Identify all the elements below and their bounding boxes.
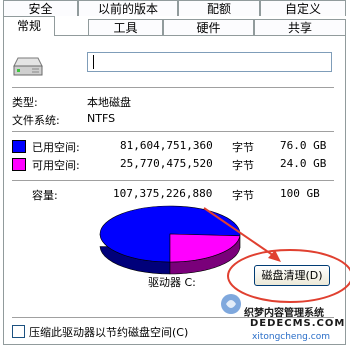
drive-label: 驱动器 C: <box>148 276 196 289</box>
compress-drive-checkbox[interactable] <box>12 325 25 338</box>
free-space-gb: 24.0 GB <box>280 157 327 170</box>
divider <box>12 131 334 132</box>
capacity-gb: 100 GB <box>280 187 320 200</box>
free-space-swatch <box>12 158 26 171</box>
watermark-text-cn: 织梦内容管理系统 <box>244 308 324 319</box>
watermark-url: xitongcheng.com <box>252 332 330 342</box>
type-label: 类型: <box>12 96 38 109</box>
type-value: 本地磁盘 <box>87 96 131 109</box>
used-space-gb: 76.0 GB <box>280 139 327 152</box>
tab-hardware[interactable]: 硬件 <box>163 19 254 35</box>
free-space-label: 可用空间: <box>32 159 80 172</box>
watermark-logo <box>220 292 242 321</box>
tab-previous-versions[interactable]: 以前的版本 <box>78 0 178 16</box>
used-space-swatch <box>12 140 26 153</box>
filesystem-label: 文件系统: <box>12 114 60 127</box>
used-space-unit: 字节 <box>232 141 254 154</box>
capacity-label: 容量: <box>32 189 58 202</box>
drive-icon <box>13 57 43 76</box>
usage-pie-chart <box>99 205 241 275</box>
divider <box>12 180 334 181</box>
filesystem-value: NTFS <box>87 112 116 125</box>
used-space-label: 已用空间: <box>32 141 80 154</box>
drive-name-input[interactable] <box>87 52 332 72</box>
tab-customize[interactable]: 自定义 <box>260 0 346 16</box>
tab-quota[interactable]: 配额 <box>178 0 260 16</box>
used-space-bytes: 81,604,751,360 <box>120 139 213 152</box>
free-space-unit: 字节 <box>232 159 254 172</box>
tab-sharing[interactable]: 共享 <box>254 19 346 35</box>
text-caret <box>93 55 94 69</box>
watermark-text-en: DEDECMS.COM <box>250 318 346 329</box>
tab-tools[interactable]: 工具 <box>88 19 163 35</box>
tab-security[interactable]: 安全 <box>3 0 78 16</box>
tab-general[interactable]: 常规 <box>3 16 55 36</box>
free-space-bytes: 25,770,475,520 <box>120 157 213 170</box>
divider <box>12 87 334 88</box>
disk-cleanup-button[interactable]: 磁盘清理(D) <box>254 265 330 286</box>
compress-drive-label: 压缩此驱动器以节约磁盘空间(C) <box>29 326 189 339</box>
capacity-bytes: 107,375,226,880 <box>113 187 213 200</box>
